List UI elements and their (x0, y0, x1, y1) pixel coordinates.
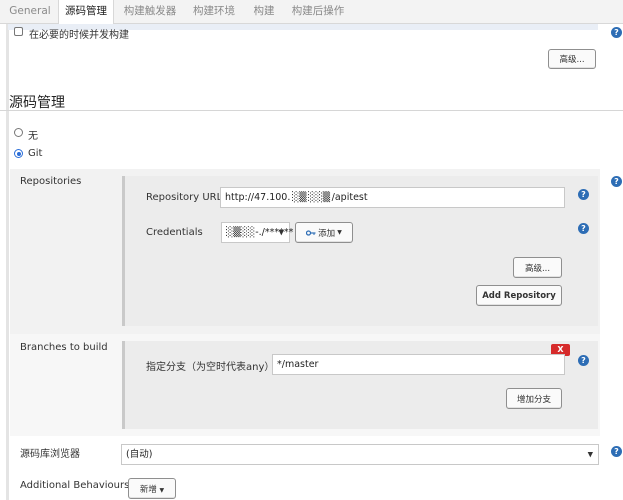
add-credentials-button[interactable]: 添加 ▼ (295, 222, 353, 243)
concurrent-build-checkbox[interactable] (14, 27, 23, 36)
chevron-down-icon: ▼ (587, 450, 593, 458)
scm-git-radio[interactable] (14, 149, 23, 158)
add-credentials-label: 添加 (318, 228, 336, 239)
repository-browser-select[interactable]: (自动) ▼ (121, 444, 599, 465)
help-icon[interactable]: ? (611, 27, 622, 38)
repositories-label: Repositories (20, 176, 82, 187)
chevron-down-icon: ▼ (278, 228, 284, 236)
key-icon (306, 229, 316, 236)
general-advanced-button[interactable]: 高级... (548, 49, 596, 69)
chevron-down-icon: ▼ (337, 229, 342, 236)
page-title: 源码管理 (9, 95, 65, 111)
tab-post-build-actions[interactable]: 构建后操作 (286, 0, 350, 24)
add-behaviour-button[interactable]: 新增 ▼ (128, 478, 176, 499)
credentials-select[interactable]: ░▒░░-./****** ▼ (221, 222, 293, 243)
repository-url-label: Repository URL (146, 192, 223, 203)
additional-behaviours-label: Additional Behaviours (20, 480, 130, 491)
help-icon[interactable]: ? (578, 355, 589, 366)
help-icon[interactable]: ? (578, 223, 589, 234)
tab-build-environment[interactable]: 构建环境 (186, 0, 242, 24)
concurrent-build-label: 在必要的时候并发构建 (29, 30, 129, 41)
tab-build[interactable]: 构建 (246, 0, 282, 24)
help-icon[interactable]: ? (611, 446, 622, 457)
add-repository-button[interactable]: Add Repository (476, 285, 562, 306)
chevron-down-icon: ▼ (159, 486, 165, 494)
branch-specifier-input[interactable]: */master (272, 354, 565, 375)
branch-specifier-label: 指定分支（为空时代表any） (146, 362, 275, 373)
repository-browser-selected: (自动) (126, 449, 153, 460)
repository-url-input[interactable]: http://47.100. ░▒ ░░▒ /apitest (220, 187, 565, 208)
scm-none-label: 无 (28, 131, 38, 142)
help-icon[interactable]: ? (611, 176, 622, 187)
scm-none-radio[interactable] (14, 128, 23, 137)
help-icon[interactable]: ? (578, 189, 589, 200)
tab-bar: General 源码管理 构建触发器 构建环境 构建 构建后操作 (0, 0, 623, 25)
repository-browser-label: 源码库浏览器 (20, 449, 80, 460)
add-branch-button[interactable]: 增加分支 (506, 388, 562, 409)
tab-general[interactable]: General (4, 0, 56, 24)
scm-git-label: Git (28, 148, 43, 159)
tab-build-triggers[interactable]: 构建触发器 (118, 0, 182, 24)
divider (0, 110, 623, 111)
credentials-label: Credentials (146, 227, 203, 238)
tab-source-code-management[interactable]: 源码管理 (58, 0, 114, 25)
branches-label: Branches to build (20, 342, 108, 353)
repository-advanced-button[interactable]: 高级... (513, 257, 562, 278)
add-behaviour-label: 新增 (139, 484, 157, 495)
